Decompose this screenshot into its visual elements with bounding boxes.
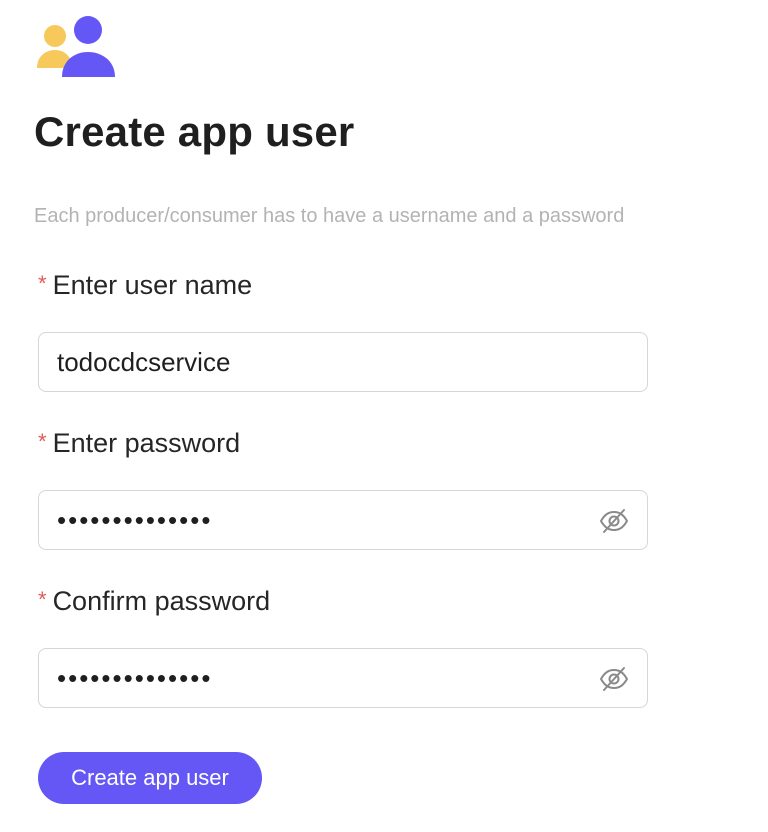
username-label: * Enter user name — [38, 270, 252, 301]
confirm-password-label-text: Confirm password — [52, 586, 271, 616]
password-label-text: Enter password — [52, 428, 241, 458]
confirm-password-field[interactable] — [38, 648, 648, 708]
page-title: Create app user — [34, 108, 355, 155]
password-field[interactable] — [38, 490, 648, 550]
create-app-user-page: Create app user Each producer/consumer h… — [0, 0, 768, 832]
username-input[interactable] — [57, 333, 577, 391]
username-label-text: Enter user name — [52, 270, 253, 300]
required-marker: * — [38, 429, 47, 454]
password-label: * Enter password — [38, 428, 240, 459]
required-marker: * — [38, 587, 47, 612]
confirm-password-label: * Confirm password — [38, 586, 270, 617]
confirm-password-input[interactable] — [57, 649, 577, 707]
required-marker: * — [38, 271, 47, 296]
create-app-user-button[interactable]: Create app user — [38, 752, 262, 804]
eye-off-icon[interactable] — [599, 507, 629, 535]
page-subtitle: Each producer/consumer has to have a use… — [34, 205, 625, 227]
eye-off-icon[interactable] — [599, 665, 629, 693]
users-icon — [37, 16, 115, 77]
username-field[interactable] — [38, 332, 648, 392]
password-input[interactable] — [57, 491, 577, 549]
